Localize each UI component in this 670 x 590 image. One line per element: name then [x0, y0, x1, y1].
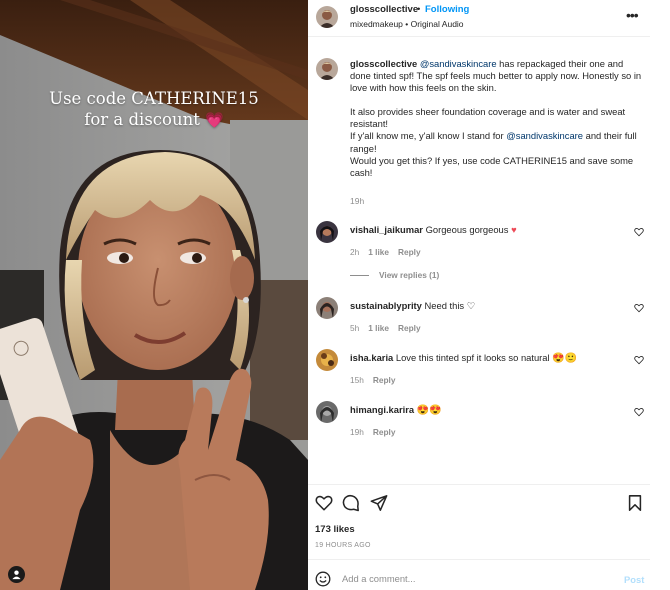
- heart-eyes-emojis: 😍😍: [416, 405, 442, 416]
- add-comment-input[interactable]: [342, 570, 612, 586]
- post-header: glosscollective • Following mixedmakeup …: [308, 0, 650, 37]
- commenter-avatar[interactable]: [316, 401, 338, 423]
- author-avatar[interactable]: [316, 6, 338, 28]
- caption-avatar[interactable]: [316, 58, 338, 80]
- likes-count[interactable]: 173 likes: [315, 524, 355, 535]
- commenter-avatar[interactable]: [316, 297, 338, 319]
- author-username[interactable]: glosscollective: [350, 4, 418, 15]
- comment-time[interactable]: 2h: [350, 247, 359, 257]
- comment-time[interactable]: 19h: [350, 427, 364, 437]
- overlay-caption: Use code CATHERINE15 for a discount 💗: [0, 88, 308, 131]
- comment-text: vishali_jaikumar Gorgeous gorgeous ♥: [350, 224, 517, 235]
- view-replies-button[interactable]: View replies (1): [350, 270, 439, 280]
- comment-time[interactable]: 15h: [350, 375, 364, 385]
- view-replies-label: View replies (1): [379, 270, 440, 280]
- like-comment-heart-icon[interactable]: [634, 303, 644, 313]
- smiling-emojis: 😍🙂: [552, 353, 578, 364]
- reply-button[interactable]: Reply: [398, 323, 421, 333]
- smiley-icon[interactable]: [315, 571, 331, 587]
- caption-mention[interactable]: @sandivaskincare: [420, 58, 497, 69]
- white-heart-emoji: ♡: [466, 300, 476, 311]
- overlay-line-1: Use code CATHERINE15: [49, 89, 259, 108]
- caption-text-2: It also provides sheer foundation covera…: [350, 106, 626, 130]
- like-comment-heart-icon[interactable]: [634, 227, 644, 237]
- comment-likes[interactable]: 1 like: [368, 323, 389, 333]
- comment-likes[interactable]: 1 like: [368, 247, 389, 257]
- comment-username[interactable]: sustainablyprity: [350, 300, 422, 311]
- commenter-avatar[interactable]: [316, 349, 338, 371]
- post-details-panel: glosscollective • Following mixedmakeup …: [308, 0, 650, 590]
- audio-subtitle[interactable]: mixedmakeup • Original Audio: [350, 19, 464, 29]
- following-button[interactable]: Following: [425, 4, 469, 15]
- more-horizontal-icon[interactable]: •••: [626, 7, 639, 23]
- post-comment-button[interactable]: Post: [624, 574, 644, 585]
- comment-meta: 15h Reply: [350, 375, 404, 385]
- comment-username[interactable]: himangi.karira: [350, 404, 414, 415]
- comment-text: isha.karia Love this tinted spf it looks…: [350, 352, 577, 364]
- header-separator: •: [417, 4, 421, 15]
- post-caption: glosscollective @sandivaskincare has rep…: [350, 58, 642, 179]
- share-icon[interactable]: [370, 494, 388, 512]
- post-media[interactable]: Use code CATHERINE15 for a discount 💗: [0, 0, 308, 590]
- user-tag-icon[interactable]: [8, 566, 25, 583]
- comment-icon[interactable]: [342, 494, 360, 512]
- comment-time[interactable]: 5h: [350, 323, 359, 333]
- comment-meta: 5h 1 like Reply: [350, 323, 430, 333]
- like-comment-heart-icon[interactable]: [634, 355, 644, 365]
- red-heart-emoji: ♥: [511, 224, 517, 235]
- overlay-line-2: for a discount: [84, 110, 200, 129]
- heart-icon[interactable]: [315, 494, 333, 512]
- caption-timestamp[interactable]: 19h: [350, 196, 364, 206]
- actions-divider: [308, 484, 650, 485]
- bookmark-icon[interactable]: [626, 494, 644, 512]
- comment-username[interactable]: vishali_jaikumar: [350, 224, 423, 235]
- replies-line: [350, 275, 369, 277]
- caption-text-4: Would you get this? If yes, use code CAT…: [350, 154, 634, 178]
- comment-body: Need this: [424, 300, 465, 311]
- reply-button[interactable]: Reply: [373, 427, 396, 437]
- comment-text: sustainablyprity Need this ♡: [350, 300, 475, 312]
- commenter-avatar[interactable]: [316, 221, 338, 243]
- caption-mention-2[interactable]: @sandivaskincare: [506, 130, 583, 141]
- comment-meta: 19h Reply: [350, 427, 404, 437]
- comment-text: himangi.karira 😍😍: [350, 404, 442, 416]
- caption-text-3a: If y'all know me, y'all know I stand for: [350, 130, 507, 142]
- caption-username[interactable]: glosscollective: [350, 58, 417, 69]
- comment-body: Love this tinted spf it looks so natural: [395, 352, 550, 363]
- comment-body: Gorgeous gorgeous: [425, 224, 509, 235]
- comment-username[interactable]: isha.karia: [350, 352, 393, 363]
- like-comment-heart-icon[interactable]: [634, 407, 644, 417]
- reply-button[interactable]: Reply: [398, 247, 421, 257]
- heart-emoji: 💗: [205, 111, 224, 129]
- post-timestamp[interactable]: 19 HOURS AGO: [315, 542, 371, 549]
- comment-meta: 2h 1 like Reply: [350, 247, 430, 257]
- reply-button[interactable]: Reply: [373, 375, 396, 385]
